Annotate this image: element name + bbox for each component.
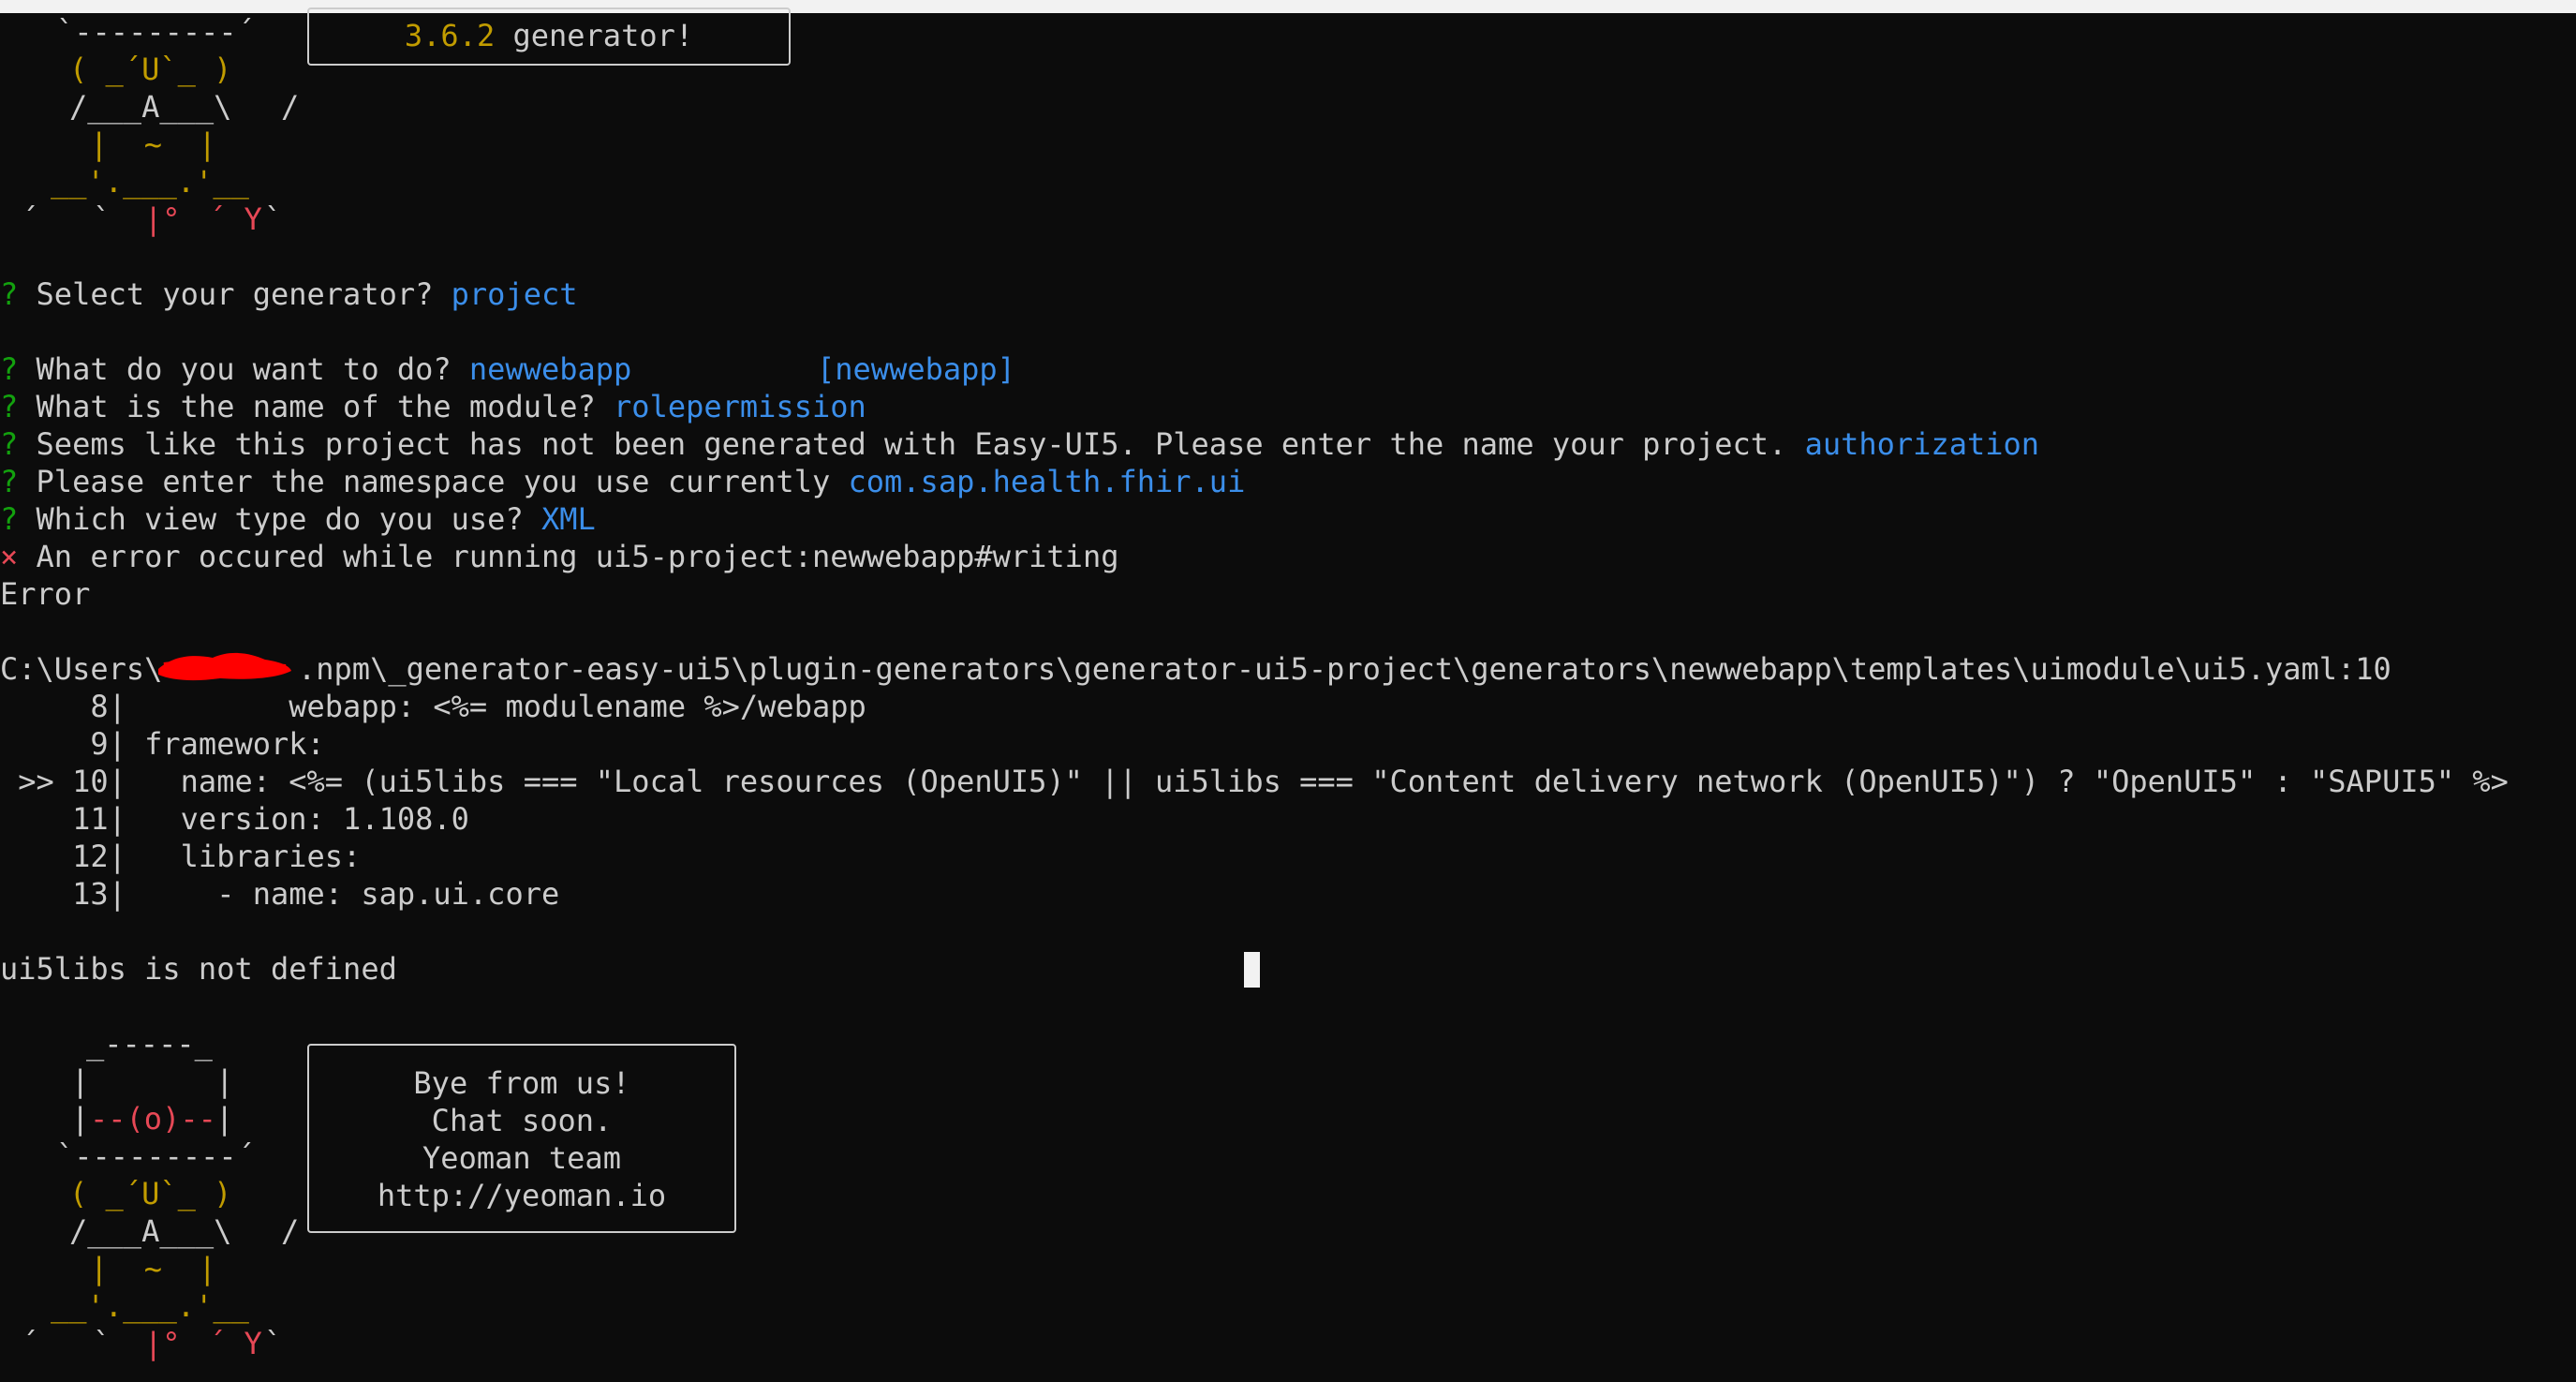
yeoman-bottom-row5: /___A___\ [69, 1213, 232, 1249]
yeoman-bottom-row6: | ~ | [90, 1251, 216, 1286]
error-icon: × [0, 539, 19, 574]
prompt-namespace: ? Please enter the namespace you use cur… [0, 463, 1245, 500]
prompt-select-generator: ? Select your generator? project [0, 275, 578, 313]
yeoman-bottom-row3: `---------´ [56, 1138, 255, 1174]
code-line-11: 11| version: 1.108.0 [0, 801, 469, 837]
code-line-12: 12| libraries: [0, 839, 362, 874]
prompt-answer: authorization [1804, 426, 2040, 462]
code-line-10: >> 10| name: <%= (ui5libs === "Local res… [0, 764, 2509, 799]
version-number: 3.6.2 [404, 18, 496, 53]
prompt-answer: com.sap.health.fhir.ui [848, 464, 1246, 499]
yeoman-top-row2: ( _´U`_ ) [69, 52, 232, 87]
prompt-mark: ? [0, 426, 19, 462]
error-message: × An error occured while running ui5-pro… [0, 538, 1118, 575]
generator-version-box: 3.6.2 generator! [307, 7, 791, 66]
code-line-8: 8| webapp: <%= modulename %>/webapp [0, 689, 866, 724]
prompt-what-to-do: ? What do you want to do? newwebapp [0, 350, 631, 388]
generator-label: generator! [495, 18, 694, 53]
prompt-mark: ? [0, 501, 19, 537]
prompt-mark: ? [0, 276, 19, 312]
yeoman-bottom-row0: _-----_ [86, 1026, 213, 1062]
yeoman-bottom-row8-left: ´ ` [21, 1326, 111, 1361]
prompt-question: What is the name of the module? [18, 389, 614, 424]
prompt-question: Select your generator? [18, 276, 452, 312]
terminal-output[interactable]: `---------´ ( _´U`_ ) /___A___\ / | ~ | … [0, 7, 2576, 1382]
prompt-module-name: ? What is the name of the module? rolepe… [0, 388, 866, 425]
yeoman-bottom-row8-mid: |° [144, 1326, 199, 1361]
error-text: An error occured while running ui5-proje… [18, 539, 1119, 574]
bye-message-box: Bye from us! Chat soon. Yeoman team http… [307, 1044, 736, 1233]
prompt-mark: ? [0, 389, 19, 424]
yeoman-bottom-row2-right: | [215, 1101, 234, 1137]
prompt-answer: newwebapp [468, 351, 632, 387]
code-line-13: 13| - name: sap.ui.core [0, 876, 560, 912]
prompt-answer: project [451, 276, 578, 312]
prompt-project-name: ? Seems like this project has not been g… [0, 425, 2039, 463]
bye-line-4: http://yeoman.io [377, 1178, 667, 1213]
bye-line-3: Yeoman team [422, 1140, 621, 1176]
yeoman-top-row1: `---------´ [56, 14, 255, 50]
prompt-view-type: ? Which view type do you use? XML [0, 500, 596, 538]
bye-line-1: Bye from us! [413, 1065, 630, 1101]
error-label: Error [0, 576, 91, 612]
yeoman-bottom-eye: --(o)-- [90, 1101, 216, 1137]
prompt-question: Which view type do you use? [18, 501, 541, 537]
yeoman-bottom-row8-end: ` [264, 1326, 283, 1361]
error-file-path-prefix: C:\Users\ [0, 651, 163, 687]
bye-line-2: Chat soon. [431, 1103, 613, 1138]
yeoman-top-row5: __'.___.'__ [51, 164, 249, 200]
error-file-path: .npm\_generator-easy-ui5\plugin-generato… [298, 651, 2391, 687]
yeoman-top-row4: | ~ | [90, 126, 216, 162]
code-line-9: 9| framework: [0, 726, 325, 762]
prompt-question: Seems like this project has not been gen… [18, 426, 1805, 462]
terminal-cursor [1244, 952, 1260, 988]
yeoman-bottom-row7: __'.___.'__ [51, 1288, 249, 1324]
yeoman-bottom-row1: | | [71, 1063, 234, 1099]
yeoman-bottom-row4: ( _´U`_ ) [69, 1176, 232, 1211]
redaction-scribble [158, 652, 291, 681]
yeoman-top-row3-slash: / [281, 89, 300, 125]
prompt-mark: ? [0, 464, 19, 499]
prompt-question: Please enter the namespace you use curre… [18, 464, 849, 499]
yeoman-top-row6-left: ´ ` [21, 201, 111, 237]
yeoman-bottom-row5-slash: / [281, 1213, 300, 1249]
yeoman-top-row6-mid: |° [144, 201, 199, 237]
error-detail: ui5libs is not defined [0, 951, 397, 987]
prompt-answer: rolepermission [614, 389, 866, 424]
prompt-default-hint: [newwebapp] [817, 351, 1015, 387]
generator-version-text: 3.6.2 generator! [309, 17, 789, 54]
prompt-mark: ? [0, 351, 19, 387]
yeoman-top-row3: /___A___\ [69, 89, 232, 125]
yeoman-top-row6-end: ` [264, 201, 283, 237]
yeoman-bottom-row2-left: | [71, 1101, 90, 1137]
prompt-question: What do you want to do? [18, 351, 469, 387]
prompt-answer: XML [540, 501, 596, 537]
